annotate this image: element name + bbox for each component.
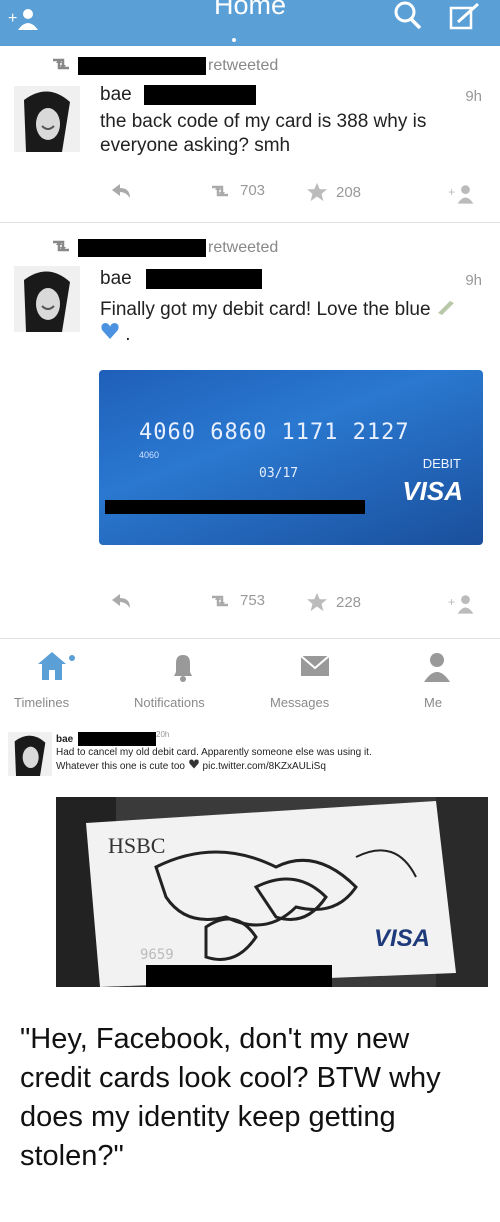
tab-timelines[interactable]: Timelines xyxy=(14,642,104,712)
hsbc-card-photo[interactable]: HSBC 9659 VISA xyxy=(56,797,488,987)
retweet-icon xyxy=(50,238,72,259)
retweet-attribution: retweeted xyxy=(50,238,278,258)
redacted-username xyxy=(78,57,206,75)
author-line: bae xyxy=(100,84,256,106)
debit-card-photo[interactable]: 4060 6860 1171 2127 4060 03/17 DEBIT VIS… xyxy=(99,370,483,545)
home-icon xyxy=(36,650,76,689)
tab-label: Messages xyxy=(270,695,330,710)
card-digits: 9659 xyxy=(140,947,174,963)
screenshot-tweet[interactable]: bae 20h Had to cancel my old debit card.… xyxy=(0,720,500,1000)
favorite-button[interactable]: 228 xyxy=(306,592,361,612)
bottom-navigation: Timelines Notifications Messages Me xyxy=(0,642,500,712)
display-name[interactable]: bae xyxy=(100,268,132,290)
redacted-cardholder-name xyxy=(105,500,365,514)
tweet-text-line: Whatever this one is cute too pic.twitte… xyxy=(56,759,486,773)
redacted-handle xyxy=(143,85,256,105)
favorite-count: 228 xyxy=(336,593,362,611)
divider xyxy=(0,222,500,223)
compose-icon[interactable] xyxy=(448,2,482,37)
retweet-attribution: retweeted xyxy=(50,56,278,76)
page-title: Home xyxy=(213,0,287,20)
redacted-handle xyxy=(145,269,262,289)
card-number: 4060 6860 1171 2127 xyxy=(139,420,410,445)
card-expiry: 03/17 xyxy=(259,466,299,481)
favorite-button[interactable]: 208 xyxy=(306,182,361,202)
reply-button[interactable] xyxy=(110,592,140,610)
tweet-time: 9h xyxy=(465,88,482,105)
card-type: DEBIT xyxy=(422,456,461,471)
bank-name: HSBC xyxy=(108,833,166,858)
tweet[interactable]: retweeted bae 9h Finally got my debit ca… xyxy=(0,228,500,638)
heart-emoji-icon xyxy=(188,759,203,772)
tab-me[interactable]: Me xyxy=(410,642,480,712)
tweet-text: Had to cancel my old debit card. Apparen… xyxy=(56,746,486,773)
tab-label: Me xyxy=(424,695,443,710)
follow-button[interactable]: + xyxy=(448,182,484,206)
tweet-actions: 703 208 + xyxy=(0,182,500,212)
tweet-text: the back code of my card is 388 why is e… xyxy=(100,111,427,156)
display-name[interactable]: bae xyxy=(100,84,132,106)
tweet-text: Finally got my debit card! Love the blue… xyxy=(100,298,470,347)
tweet[interactable]: retweeted bae 9h the back code of my car… xyxy=(0,50,500,222)
avatar[interactable] xyxy=(14,86,80,152)
redacted-handle xyxy=(78,732,156,746)
retweet-icon xyxy=(50,56,72,77)
painting-emoji-icon xyxy=(436,299,456,320)
search-icon[interactable] xyxy=(392,0,424,37)
bell-icon xyxy=(166,650,200,689)
display-name[interactable]: bae xyxy=(56,734,73,745)
visa-logo: VISA xyxy=(374,925,431,952)
favorite-count: 208 xyxy=(336,183,362,201)
tweet-time: 9h xyxy=(465,272,482,289)
retweeted-label: retweeted xyxy=(208,239,279,256)
visa-logo: VISA xyxy=(402,476,463,506)
tab-label: Timelines xyxy=(14,695,70,710)
retweet-count: 753 xyxy=(240,592,266,609)
svg-text:+: + xyxy=(448,595,455,609)
follow-button[interactable]: + xyxy=(448,592,484,616)
avatar[interactable] xyxy=(8,732,52,776)
redacted-username xyxy=(78,239,206,257)
retweet-button[interactable]: 753 xyxy=(208,592,265,609)
top-app-bar: + Home xyxy=(0,0,500,46)
retweeted-label: retweeted xyxy=(208,57,279,74)
tab-label: Notifications xyxy=(134,695,205,710)
author-line: bae xyxy=(100,268,262,290)
tweet-text-body: Finally got my debit card! Love the blue xyxy=(100,299,431,320)
card-sub-number: 4060 xyxy=(139,450,160,460)
tweet-actions: 753 228 + xyxy=(0,592,500,622)
retweet-count: 703 xyxy=(240,182,266,199)
meme-caption: "Hey, Facebook, don't my new credit card… xyxy=(20,1023,441,1172)
divider xyxy=(0,638,500,639)
tab-messages[interactable]: Messages xyxy=(268,642,368,712)
tweet-link[interactable]: pic.twitter.com/8KZxAULiSq xyxy=(203,761,326,772)
reply-button[interactable] xyxy=(110,182,140,200)
tweet-text-body: Whatever this one is cute too xyxy=(56,761,185,772)
tweet-text-line: Had to cancel my old debit card. Apparen… xyxy=(56,747,372,758)
page-indicator-dot xyxy=(232,38,236,42)
person-icon xyxy=(422,650,452,689)
avatar[interactable] xyxy=(14,266,80,332)
tab-notifications[interactable]: Notifications xyxy=(130,642,250,712)
svg-text:+: + xyxy=(448,185,455,199)
envelope-icon xyxy=(298,650,332,685)
tweet-time: 20h xyxy=(156,730,170,739)
blue-heart-icon xyxy=(100,323,125,345)
redacted-cardholder-name xyxy=(146,965,332,987)
retweet-button[interactable]: 703 xyxy=(208,182,265,199)
